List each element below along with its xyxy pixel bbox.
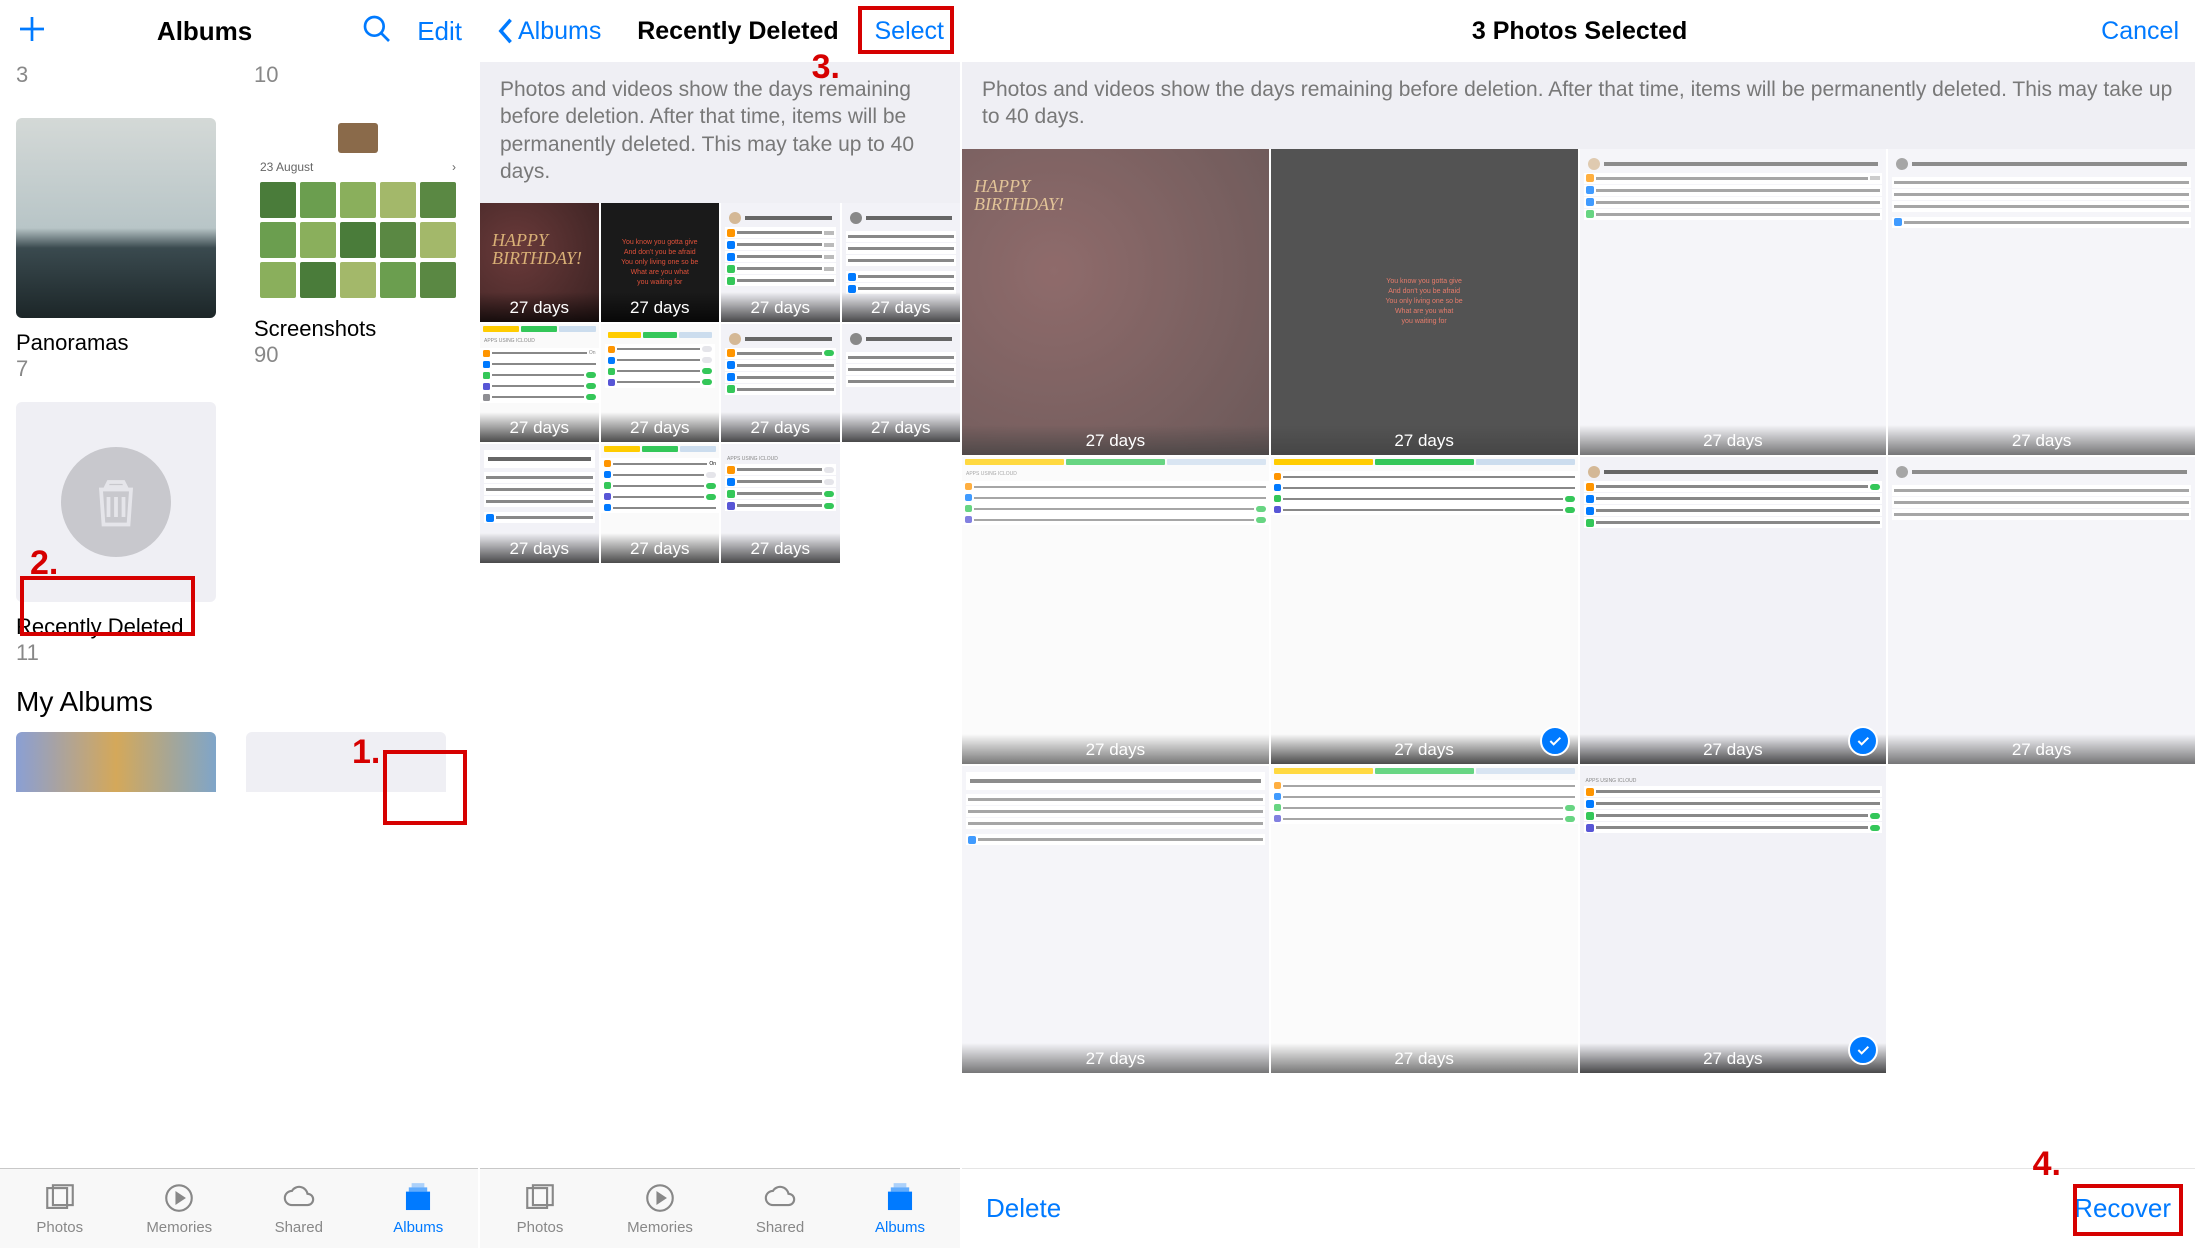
cloud-icon — [763, 1181, 797, 1215]
album-thumbnail — [16, 118, 216, 318]
cancel-button[interactable]: Cancel — [2101, 17, 2179, 46]
annotation-1: 1. — [352, 733, 380, 772]
checkmark-icon — [1848, 1035, 1878, 1065]
panel-recently-deleted: Albums Recently Deleted Select Photos an… — [480, 0, 962, 1248]
deleted-photo[interactable]: APPS USING ICLOUDOn27 days — [480, 324, 599, 443]
photo-grid: 27 days You know you gotta giveAnd don't… — [962, 149, 2195, 1073]
checkmark-icon — [1540, 726, 1570, 756]
deleted-photo[interactable]: 27 days — [1271, 766, 1578, 1073]
photos-icon — [43, 1181, 77, 1215]
deleted-photo[interactable]: 27 days — [1580, 149, 1887, 456]
album-count: 90 — [254, 342, 462, 368]
deleted-photo-selected[interactable]: 27 days — [1271, 457, 1578, 764]
my-albums-header: My Albums — [16, 686, 462, 718]
deleted-photo[interactable]: 27 days — [721, 324, 840, 443]
action-bar: Delete Recover — [962, 1168, 2195, 1248]
memories-icon — [162, 1181, 196, 1215]
annotation-box-2 — [20, 576, 195, 636]
annotation-box-1 — [383, 750, 467, 825]
back-button[interactable]: Albums — [496, 17, 601, 46]
deleted-photo[interactable]: You know you gotta giveAnd don't you be … — [1271, 149, 1578, 456]
delete-button[interactable]: Delete — [986, 1193, 1061, 1224]
album-thumbnail: 23 August› — [254, 118, 462, 304]
tab-memories[interactable]: Memories — [600, 1169, 720, 1248]
photos-icon — [523, 1181, 557, 1215]
album-count: 10 — [254, 62, 462, 88]
album-screenshots[interactable]: 23 August› Screenshots 90 — [254, 118, 462, 382]
tab-photos[interactable]: Photos — [480, 1169, 600, 1248]
tab-bar: Photos Memories Shared Albums — [0, 1168, 478, 1248]
deleted-photo-selected[interactable]: APPS USING ICLOUD27 days — [1580, 766, 1887, 1073]
album-panoramas[interactable]: Panoramas 7 — [16, 118, 224, 382]
tab-albums[interactable]: Albums — [359, 1169, 479, 1248]
album-count: 11 — [16, 640, 224, 666]
photo-grid: 27 days You know you gotta giveAnd don't… — [480, 203, 960, 563]
nav-bar: 3 Photos Selected Cancel — [962, 0, 2195, 62]
deleted-photo[interactable]: 27 days — [721, 203, 840, 322]
deleted-photo-selected[interactable]: 27 days — [1580, 457, 1887, 764]
tab-photos[interactable]: Photos — [0, 1169, 120, 1248]
album-count: 3 — [16, 62, 224, 88]
annotation-2: 2. — [30, 544, 58, 583]
deleted-photo[interactable]: 27 days — [842, 324, 961, 443]
albums-icon — [401, 1181, 435, 1215]
annotation-3: 3. — [812, 48, 840, 87]
tab-albums[interactable]: Albums — [840, 1169, 960, 1248]
albums-icon — [883, 1181, 917, 1215]
deleted-photo[interactable]: 27 days — [962, 149, 1269, 456]
nav-bar: Albums Edit — [0, 0, 478, 62]
annotation-4: 4. — [2033, 1145, 2061, 1184]
page-title: 3 Photos Selected — [1472, 17, 1687, 46]
deleted-photo[interactable]: 27 days — [1888, 457, 2195, 764]
deleted-photo[interactable]: 27 days — [962, 766, 1269, 1073]
deleted-photo[interactable]: 27 days — [480, 203, 599, 322]
tab-memories[interactable]: Memories — [120, 1169, 240, 1248]
album-count: 7 — [16, 356, 224, 382]
info-text: Photos and videos show the days remainin… — [962, 62, 2195, 149]
search-icon[interactable] — [361, 13, 393, 50]
screenshot-date: 23 August — [260, 160, 313, 174]
info-text: Photos and videos show the days remainin… — [480, 62, 960, 203]
deleted-photo[interactable]: 27 days — [842, 203, 961, 322]
deleted-photo[interactable]: 27 days — [1888, 149, 2195, 456]
album-name: Screenshots — [254, 316, 462, 342]
chevron-left-icon — [496, 17, 514, 45]
deleted-photo[interactable]: APPS USING ICLOUD27 days — [962, 457, 1269, 764]
panel-albums: Albums Edit 3 10 Panoramas 7 23 August› — [0, 0, 480, 1248]
page-title: Recently Deleted — [637, 17, 838, 46]
cloud-icon — [282, 1181, 316, 1215]
annotation-box-3 — [858, 6, 954, 54]
deleted-photo[interactable]: 27 days — [601, 324, 720, 443]
panel-selection: 3 Photos Selected Cancel Photos and vide… — [962, 0, 2197, 1248]
deleted-photo[interactable]: You know you gotta giveAnd don't you be … — [601, 203, 720, 322]
tab-shared[interactable]: Shared — [239, 1169, 359, 1248]
tab-bar: Photos Memories Shared Albums — [480, 1168, 960, 1248]
album-name: Panoramas — [16, 330, 224, 356]
deleted-photo[interactable]: On27 days — [601, 444, 720, 563]
deleted-photo[interactable]: APPS USING ICLOUD27 days — [721, 444, 840, 563]
add-icon[interactable] — [16, 13, 48, 50]
edit-button[interactable]: Edit — [417, 16, 462, 47]
memories-icon — [643, 1181, 677, 1215]
page-title: Albums — [157, 16, 252, 47]
deleted-photo[interactable]: 27 days — [480, 444, 599, 563]
tab-shared[interactable]: Shared — [720, 1169, 840, 1248]
annotation-box-4 — [2073, 1184, 2183, 1236]
album-thumbnail[interactable] — [16, 732, 216, 792]
